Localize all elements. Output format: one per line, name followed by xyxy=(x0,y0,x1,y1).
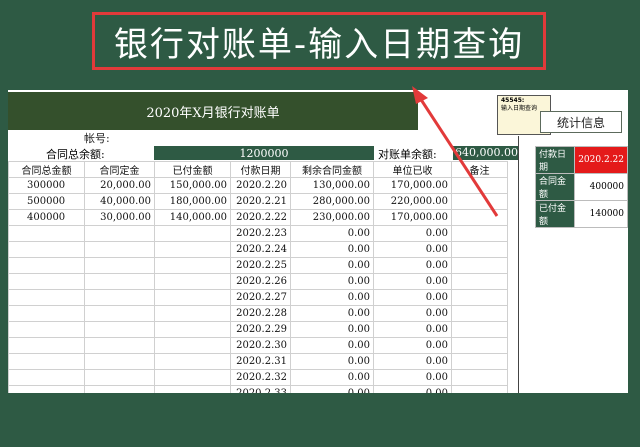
annotation-arrow xyxy=(412,86,499,217)
